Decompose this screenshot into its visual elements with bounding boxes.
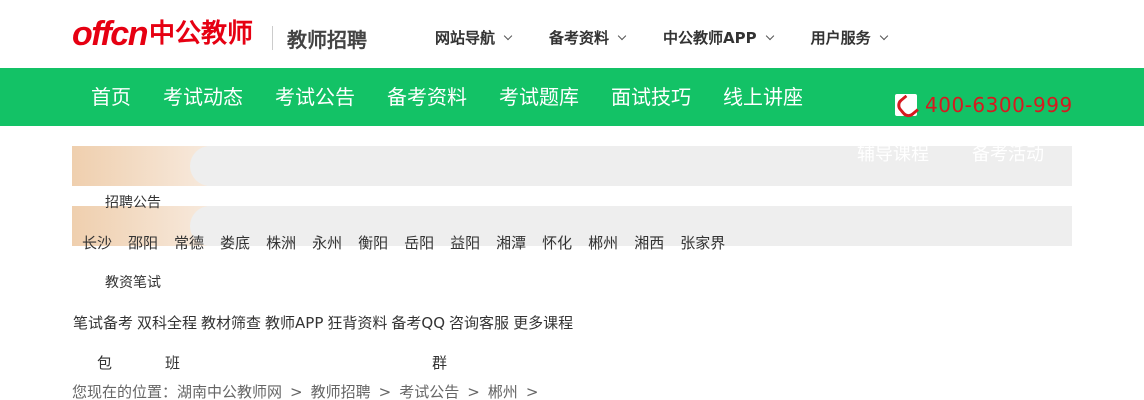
city-link[interactable]: 常德 — [174, 233, 204, 253]
site-logo[interactable]: offcn 中公教师 — [72, 14, 253, 54]
breadcrumb-link-home[interactable]: 湖南中公教师网 — [177, 382, 282, 400]
main-nav-home[interactable]: 首页 — [91, 68, 131, 126]
study-label: 教资笔试 — [105, 275, 161, 291]
recruit-label: 招聘公告 — [105, 195, 161, 211]
top-nav-label: 用户服务 — [810, 29, 871, 47]
tag-ban: 班 — [165, 354, 181, 372]
breadcrumb-separator: > — [290, 383, 303, 400]
banner-accent — [72, 146, 207, 186]
city-link[interactable]: 岳阳 — [404, 233, 434, 253]
logo-brand-text: 中公教师 — [148, 19, 253, 49]
tab-tutoring-courses[interactable]: 辅导课程 — [857, 144, 929, 166]
banner-curve — [190, 146, 270, 186]
main-nav-question-bank[interactable]: 考试题库 — [499, 68, 579, 126]
top-nav-site-guide[interactable]: 网站导航 — [435, 28, 513, 48]
chevron-down-icon — [503, 31, 513, 41]
tab-exam-activities[interactable]: 备考活动 — [972, 144, 1044, 166]
main-nav-items: 首页 考试动态 考试公告 备考资料 考试题库 面试技巧 线上讲座 — [91, 68, 835, 126]
city-link[interactable]: 株洲 — [266, 233, 296, 253]
study-link[interactable]: 备考QQ — [391, 313, 445, 333]
chevron-down-icon — [879, 31, 888, 41]
hotline[interactable]: 400-6300-999 — [895, 93, 1073, 117]
city-link[interactable]: 益阳 — [450, 233, 480, 253]
study-link[interactable]: 咨询客服 — [449, 313, 509, 333]
city-links: 长沙 邵阳 常德 娄底 株洲 永州 衡阳 岳阳 益阳 湘潭 怀化 郴州 湘西 张… — [82, 233, 741, 253]
city-link[interactable]: 郴州 — [588, 233, 618, 253]
chevron-down-icon — [765, 31, 774, 41]
main-nav-interview-tips[interactable]: 面试技巧 — [611, 68, 691, 126]
city-link[interactable]: 长沙 — [82, 233, 112, 253]
breadcrumb-link-recruit[interactable]: 教师招聘 — [311, 382, 371, 400]
city-link[interactable]: 永州 — [312, 233, 342, 253]
logo-divider — [272, 26, 273, 50]
top-nav-label: 中公教师APP — [663, 29, 757, 47]
top-header: offcn 中公教师 教师招聘 网站导航 备考资料 中公教师APP 用户服务 — [0, 0, 1144, 68]
study-link[interactable]: 狂背资料 — [327, 313, 387, 333]
top-nav-materials[interactable]: 备考资料 — [549, 28, 627, 48]
breadcrumb: 您现在的位置： 湖南中公教师网 > 教师招聘 > 考试公告 > 郴州 > — [72, 382, 546, 400]
city-link[interactable]: 娄底 — [220, 233, 250, 253]
main-nav-exam-notices[interactable]: 考试公告 — [275, 68, 355, 126]
main-nav-materials[interactable]: 备考资料 — [387, 68, 467, 126]
city-link[interactable]: 湘潭 — [496, 233, 526, 253]
top-nav-label: 网站导航 — [435, 29, 496, 47]
breadcrumb-link-city[interactable]: 郴州 — [488, 382, 518, 400]
top-nav: 网站导航 备考资料 中公教师APP 用户服务 — [435, 28, 925, 48]
study-links: 笔试备考 双科全程 教材筛查 教师APP 狂背资料 备考QQ 咨询客服 更多课程 — [73, 313, 577, 333]
site-subtitle[interactable]: 教师招聘 — [287, 26, 367, 54]
phone-icon — [895, 94, 917, 116]
tag-qun: 群 — [432, 354, 448, 372]
study-link[interactable]: 双科全程 — [137, 313, 197, 333]
study-link[interactable]: 更多课程 — [513, 313, 573, 333]
main-nav-online-lectures[interactable]: 线上讲座 — [723, 68, 803, 126]
city-link[interactable]: 衡阳 — [358, 233, 388, 253]
study-link[interactable]: 教材筛查 — [201, 313, 261, 333]
breadcrumb-separator: > — [525, 383, 539, 400]
city-link[interactable]: 怀化 — [542, 233, 572, 253]
tag-bao: 包 — [97, 354, 113, 372]
top-nav-label: 备考资料 — [549, 29, 610, 47]
study-link[interactable]: 笔试备考 — [73, 313, 133, 333]
breadcrumb-separator: > — [378, 383, 392, 400]
study-link[interactable]: 教师APP — [265, 313, 323, 333]
logo-offcn-text: offcn — [72, 15, 148, 53]
breadcrumb-prefix: 您现在的位置： — [72, 383, 178, 400]
top-nav-app[interactable]: 中公教师APP — [663, 28, 774, 48]
breadcrumb-link-notices[interactable]: 考试公告 — [399, 382, 459, 400]
city-link[interactable]: 邵阳 — [128, 233, 158, 253]
city-link[interactable]: 湘西 — [634, 233, 664, 253]
city-link[interactable]: 张家界 — [680, 233, 725, 253]
main-nav-exam-news[interactable]: 考试动态 — [163, 68, 243, 126]
top-nav-user-service[interactable]: 用户服务 — [810, 28, 888, 48]
breadcrumb-separator: > — [467, 383, 480, 400]
chevron-down-icon — [617, 31, 627, 41]
hotline-number: 400-6300-999 — [925, 93, 1073, 117]
